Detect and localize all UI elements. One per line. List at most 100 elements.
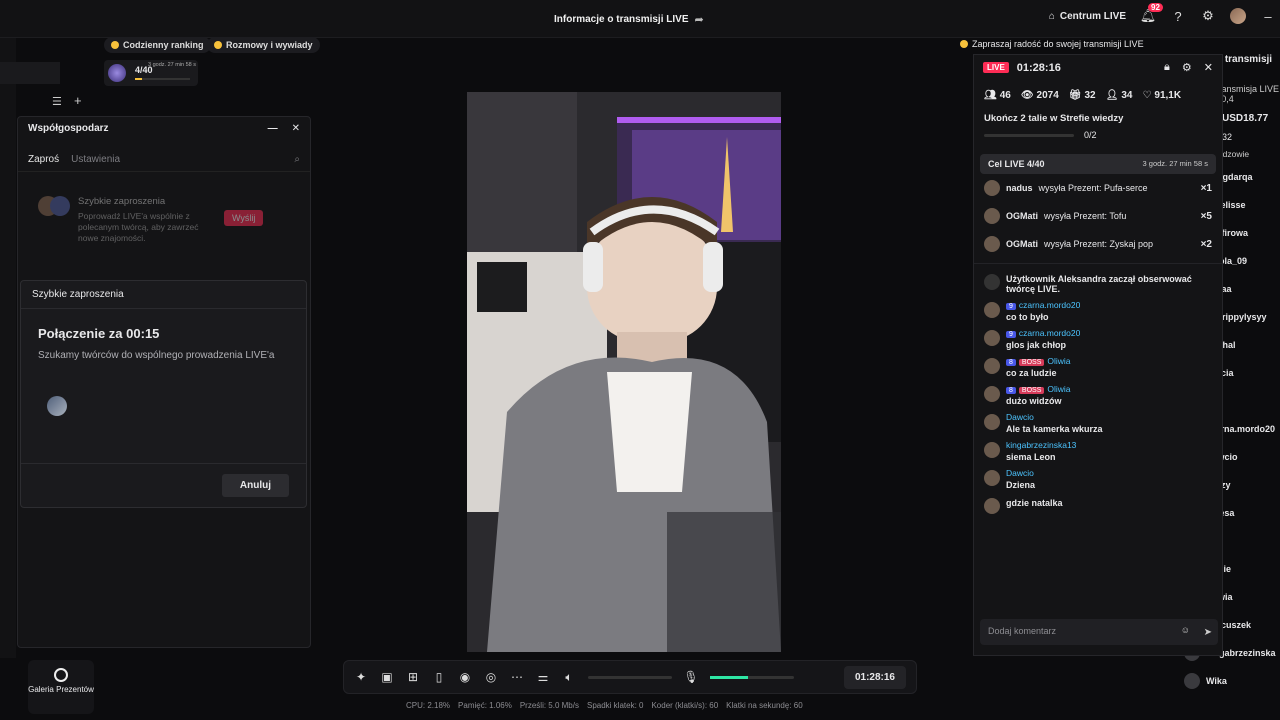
lock-icon[interactable]: 🔒︎ — [1164, 61, 1170, 74]
camera-icon[interactable]: ◎ — [484, 670, 498, 684]
chat-message: Dawcio Dziena — [974, 465, 1222, 493]
live-badge: LIVE — [983, 62, 1009, 73]
gear-icon[interactable]: ⚙ — [1182, 61, 1192, 74]
task-card[interactable]: Ukończ 2 talie w Strefie wiedzy 0/2 — [974, 107, 1222, 146]
viewers-count: 46 — [999, 90, 1011, 101]
gift-count: ×2 — [1200, 238, 1212, 250]
avatar — [984, 236, 1000, 252]
goal-icon — [108, 64, 126, 82]
cancel-button[interactable]: Anuluj — [221, 474, 289, 497]
chat-username[interactable]: Dawcio — [1006, 412, 1034, 422]
volume-slider[interactable] — [588, 675, 672, 679]
invite-tip-label: Zapraszaj radość do swojej transmisji LI… — [972, 39, 1144, 49]
left-widget[interactable] — [0, 62, 60, 84]
avatar[interactable] — [984, 414, 1000, 430]
live-center-button[interactable]: ⌂ Centrum LIVE — [1049, 11, 1126, 22]
avatar[interactable] — [984, 498, 1000, 514]
gift-user: nadus — [1006, 183, 1033, 193]
chat-username[interactable]: czarna.mordo20 — [1019, 328, 1080, 338]
search-icon[interactable]: ⌕ — [294, 154, 300, 165]
share-icon[interactable]: ➦ — [694, 13, 703, 26]
quick-invite-text: Szybkie zaproszenia Poprowadź LIVE'a wsp… — [78, 196, 214, 244]
live-goal-card[interactable]: Cel LIVE 4/40 3 godz. 27 min 58 s — [980, 154, 1216, 174]
close-icon[interactable]: ✕ — [1204, 61, 1213, 74]
more-icon[interactable]: ⋯ — [510, 670, 524, 684]
ranking-count: 32 — [1222, 132, 1233, 142]
avatar[interactable] — [984, 386, 1000, 402]
cohost-header: Współgospodarz — ✕ — [18, 117, 310, 140]
goal-mini-card[interactable]: 4/40 3 godz. 27 min 58 s — [104, 60, 198, 86]
add-icon[interactable]: + — [74, 93, 82, 108]
quick-invite-row: Szybkie zaproszenia Poprowadź LIVE'a wsp… — [18, 172, 310, 244]
avatar[interactable] — [984, 358, 1000, 374]
chat-username[interactable]: czarna.mordo20 — [1019, 300, 1080, 310]
stream-info-title[interactable]: Informacje o transmisji LIVE ➦ — [554, 13, 704, 26]
phone-icon[interactable]: ▯ — [432, 670, 446, 684]
followers-count: 34 — [1121, 90, 1133, 101]
mic-slider[interactable] — [710, 675, 794, 679]
overlay-icon[interactable]: ⊞ — [406, 670, 420, 684]
stream-info-label: Informacje o transmisji LIVE — [554, 14, 689, 25]
interviews-pill[interactable]: Rozmowy i wywiady — [207, 37, 320, 53]
chat-message: Dawcio Ale ta kamerka wkurza — [974, 409, 1222, 437]
live-center-label: Centrum LIVE — [1059, 10, 1126, 22]
speaker-icon[interactable]: 🔈︎ — [562, 670, 576, 684]
chat-username[interactable]: Dawcio — [1006, 468, 1034, 478]
avatar[interactable] — [984, 442, 1000, 458]
trophy-icon — [111, 41, 119, 49]
help-icon[interactable]: ? — [1170, 8, 1186, 24]
heart-icon: ♡ — [1142, 90, 1152, 101]
gift-item: OGMati wysyła Prezent: Zyskaj pop ×2 — [974, 230, 1222, 258]
avatar[interactable] — [984, 302, 1000, 318]
chat-text: co to było — [1006, 312, 1049, 322]
list-icon[interactable]: ☰ — [52, 95, 62, 108]
gear-icon[interactable]: ⚙ — [1200, 8, 1216, 24]
dialog-footer: Anuluj — [21, 463, 306, 507]
boss-badge: BOSS — [1018, 387, 1045, 394]
user-icon — [984, 274, 1000, 290]
live-goal-label: Cel LIVE 4/40 — [988, 159, 1045, 169]
chat-username[interactable]: Oliwia — [1047, 356, 1070, 366]
quick-invite-title: Szybkie zaproszenia — [78, 196, 166, 207]
avatar[interactable] — [984, 470, 1000, 486]
chat-username[interactable]: kingabrzezinska13 — [1006, 440, 1076, 450]
avatar[interactable] — [984, 330, 1000, 346]
chat-messages: 9 czarna.mordo20 co to było 9 czarna.mordo20… — [974, 297, 1222, 517]
chat-username[interactable]: Oliwia — [1047, 384, 1070, 394]
notification-badge: 92 — [1148, 3, 1163, 12]
gift-item: nadus wysyła Prezent: Pufa-serce ×1 — [974, 174, 1222, 202]
upload-stat: Prześli: 5.0 Mb/s — [519, 701, 579, 710]
views-count: 2074 — [1036, 90, 1059, 101]
gift-user: OGMati — [1006, 211, 1039, 221]
chat-text: Dziena — [1006, 480, 1036, 490]
invite-tip[interactable]: Zapraszaj radość do swojej transmisji LI… — [960, 39, 1144, 49]
close-icon[interactable]: ✕ — [292, 123, 300, 134]
bell-icon[interactable]: 🔔︎ 92 — [1140, 3, 1163, 24]
send-icon[interactable]: ➤ — [1204, 627, 1212, 638]
gift-gallery-button[interactable]: Galeria Prezentów — [28, 660, 94, 714]
gift-count: ×5 — [1200, 210, 1212, 222]
user-plus-icon: 👤︎ — [1105, 90, 1119, 101]
avatar[interactable] — [1230, 8, 1246, 24]
task-progress: 0/2 — [1084, 130, 1097, 140]
tab-invite[interactable]: Zaproś — [28, 154, 59, 165]
emoji-icon[interactable]: ☺ — [1181, 625, 1190, 635]
daily-ranking-pill[interactable]: Codzienny ranking — [104, 37, 211, 53]
mic-icon[interactable]: 🎙︎ — [683, 670, 698, 684]
minimize-icon[interactable]: — — [268, 123, 278, 134]
comment-input[interactable]: Dodaj komentarz ☺ — [980, 619, 1218, 645]
sliders-icon[interactable]: ⚌ — [536, 670, 550, 684]
cohost-title: Współgospodarz — [28, 123, 109, 134]
ranking-row[interactable]: Wika — [1162, 667, 1280, 695]
level-badge: 9 — [1006, 331, 1016, 338]
magic-icon[interactable]: ✦ — [354, 670, 368, 684]
send-button[interactable]: Wyślij — [224, 210, 264, 226]
effects-icon[interactable]: ▣ — [380, 670, 394, 684]
tab-settings[interactable]: Ustawienia — [71, 154, 120, 165]
live-panel-header: LIVE 01:28:16 🔒︎ ⚙ ✕ — [974, 55, 1222, 80]
level-badge: 8 — [1006, 387, 1016, 394]
record-icon[interactable]: ◉ — [458, 670, 472, 684]
minimize-icon[interactable]: – — [1260, 8, 1276, 24]
follow-notice: Użytkownik Aleksandra zaczął obserwować … — [974, 269, 1222, 297]
left-sidebar-strip — [0, 38, 16, 658]
